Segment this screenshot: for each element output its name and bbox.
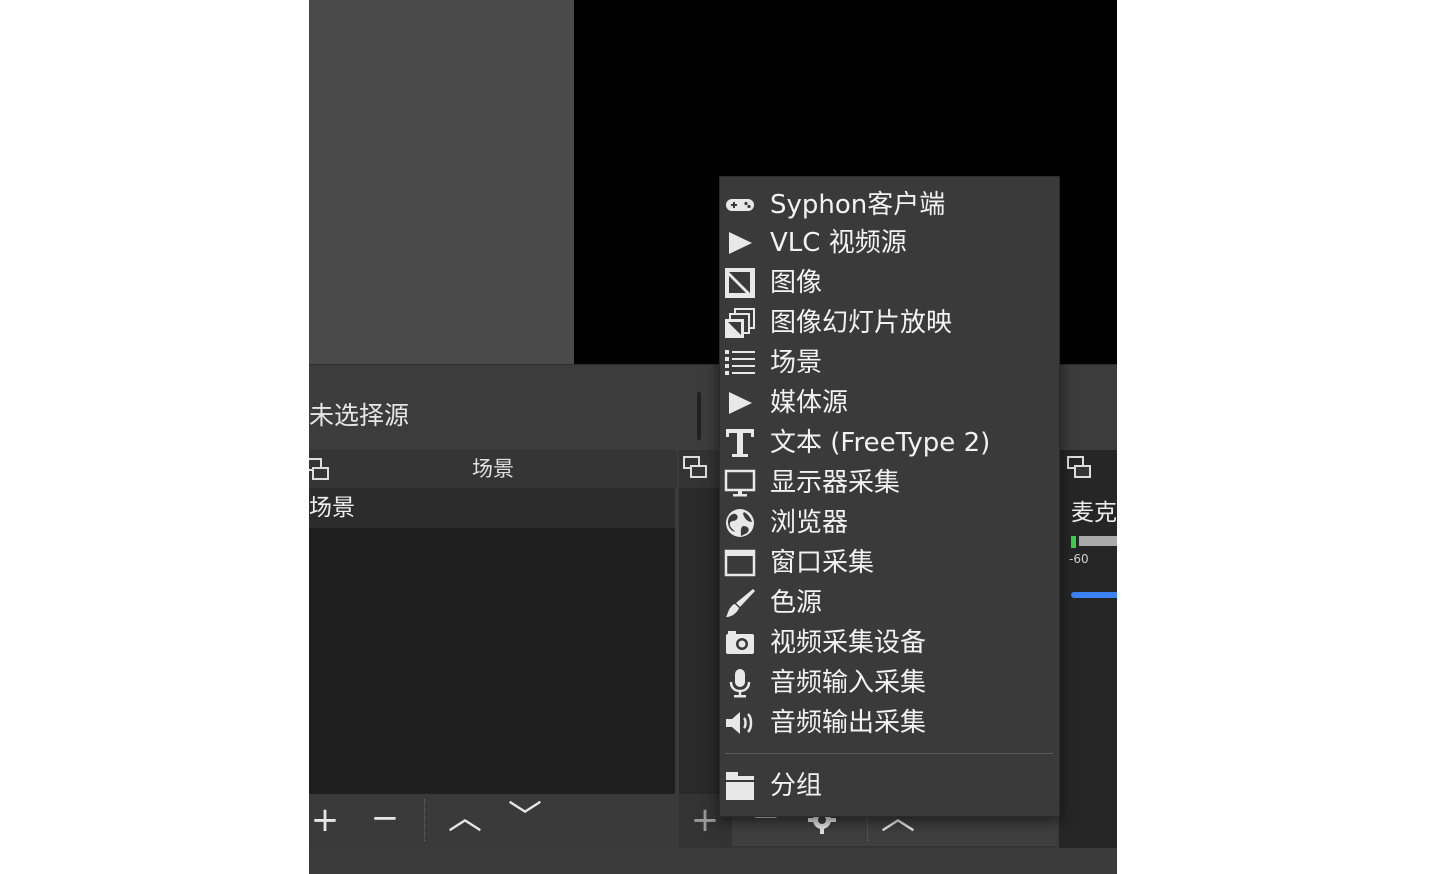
menu-item-image-slideshow[interactable]: 图像幻灯片放映 — [720, 303, 1059, 343]
scenes-dock-title: 场景 — [472, 457, 514, 481]
scenes-toolbar: + − ︿ ﹀ — [309, 794, 675, 846]
scenes-dock: 场景 场景 + − ︿ ﹀ — [309, 450, 677, 848]
menu-item-label: 音频输出采集 — [770, 708, 927, 738]
menu-item-color-source[interactable]: 色源 — [720, 583, 1059, 623]
no-source-selected-label: 未选择源 — [309, 401, 410, 430]
menu-item-browser[interactable]: 浏览器 — [720, 503, 1059, 543]
menu-item-label: 显示器采集 — [770, 468, 901, 498]
menu-item-window-capture[interactable]: 窗口采集 — [720, 543, 1059, 583]
microphone-icon — [724, 667, 756, 699]
scenes-list: 场景 — [309, 488, 675, 794]
float-dock-icon[interactable] — [681, 454, 707, 480]
menu-item-group[interactable]: 分组 — [720, 766, 1059, 806]
menu-item-label: VLC 视频源 — [770, 228, 907, 258]
image-icon — [724, 267, 756, 299]
slideshow-icon — [724, 307, 756, 339]
remove-scene-button[interactable]: − — [365, 792, 405, 844]
menu-item-label: 浏览器 — [770, 508, 849, 538]
toolbar-separator — [424, 799, 425, 841]
speaker-icon — [724, 707, 756, 739]
add-source-context-menu: Syphon客户端 VLC 视频源 图像 图像幻灯片放映 场景 媒体源 文本 (… — [719, 176, 1060, 817]
menu-item-display-capture[interactable]: 显示器采集 — [720, 463, 1059, 503]
camera-icon — [724, 627, 756, 659]
text-icon — [724, 427, 756, 459]
menu-item-vlc[interactable]: VLC 视频源 — [720, 223, 1059, 263]
menu-item-label: 色源 — [770, 588, 823, 618]
menu-item-text[interactable]: 文本 (FreeType 2) — [720, 423, 1059, 463]
volume-meter — [1079, 536, 1117, 546]
menu-item-label: 窗口采集 — [770, 548, 875, 578]
play-icon — [724, 227, 756, 259]
mixer-channel-label: 麦克 — [1071, 500, 1117, 526]
menu-item-label: 图像幻灯片放映 — [770, 308, 953, 338]
menu-item-image[interactable]: 图像 — [720, 263, 1059, 303]
volume-meter-level — [1071, 536, 1076, 548]
scene-item-label: 场景 — [309, 495, 355, 521]
move-scene-up-button[interactable]: ︿ — [445, 792, 485, 844]
menu-item-video-capture[interactable]: 视频采集设备 — [720, 623, 1059, 663]
audio-mixer-dock: 麦克 -60 — [1059, 450, 1117, 848]
globe-icon — [724, 507, 756, 539]
menu-item-label: 分组 — [770, 771, 823, 801]
add-scene-button[interactable]: + — [309, 794, 345, 846]
menu-item-media-source[interactable]: 媒体源 — [720, 383, 1059, 423]
folder-icon — [724, 770, 756, 802]
split-handle[interactable] — [697, 392, 701, 440]
menu-item-audio-input-capture[interactable]: 音频输入采集 — [720, 663, 1059, 703]
menu-item-label: 视频采集设备 — [770, 628, 927, 658]
status-bar — [309, 848, 1117, 874]
preview-left-area — [309, 0, 574, 364]
float-dock-icon[interactable] — [1065, 454, 1091, 480]
list-icon — [724, 347, 756, 379]
menu-item-label: 文本 (FreeType 2) — [770, 428, 991, 458]
volume-slider[interactable] — [1071, 592, 1117, 598]
brush-icon — [724, 587, 756, 619]
menu-item-label: Syphon客户端 — [770, 190, 946, 220]
menu-item-syphon[interactable]: Syphon客户端 — [720, 185, 1059, 225]
menu-item-label: 场景 — [770, 348, 823, 378]
float-dock-icon[interactable] — [309, 456, 329, 482]
play-icon — [724, 387, 756, 419]
move-scene-down-button[interactable]: ﹀ — [505, 792, 545, 844]
gamepad-icon — [724, 189, 756, 221]
meter-db-label: -60 — [1069, 552, 1089, 566]
menu-item-label: 图像 — [770, 268, 823, 298]
menu-item-label: 音频输入采集 — [770, 668, 927, 698]
scene-list-item[interactable]: 场景 — [309, 488, 675, 528]
menu-item-label: 媒体源 — [770, 388, 849, 418]
menu-item-scene[interactable]: 场景 — [720, 343, 1059, 383]
menu-item-audio-output-capture[interactable]: 音频输出采集 — [720, 703, 1059, 743]
window-icon — [724, 547, 756, 579]
monitor-icon — [724, 467, 756, 499]
menu-separator — [725, 753, 1053, 754]
